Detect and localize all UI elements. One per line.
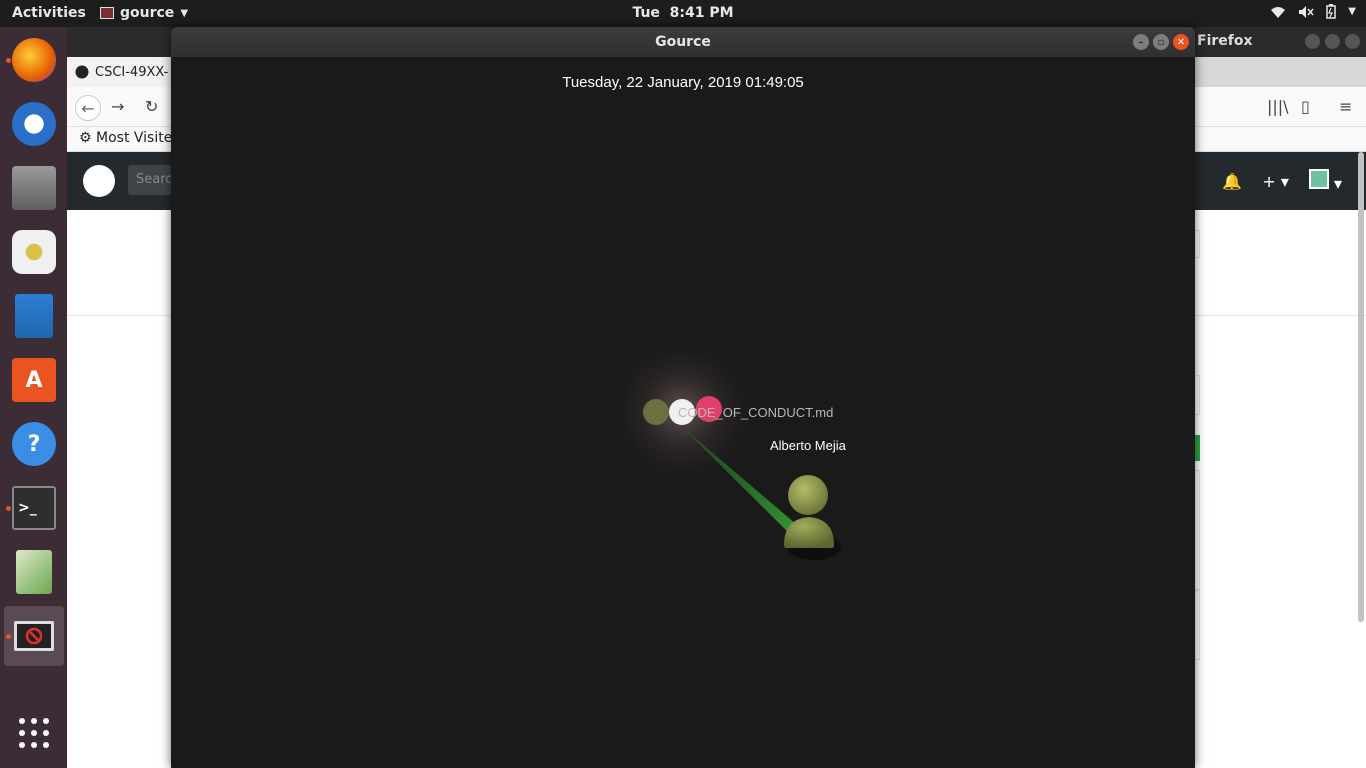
- minimize-button[interactable]: [1305, 34, 1320, 49]
- dock-item-writer[interactable]: [4, 286, 64, 346]
- gource-app-icon: [100, 7, 114, 19]
- dock-item-rhythmbox[interactable]: [4, 222, 64, 282]
- app-menu-label: gource: [120, 5, 175, 21]
- files-icon: [12, 166, 56, 210]
- gedit-icon: [16, 550, 52, 594]
- software-center-icon: A: [12, 358, 56, 402]
- dock-item-help[interactable]: ?: [4, 414, 64, 474]
- show-apps-button[interactable]: [4, 703, 64, 763]
- system-tray[interactable]: ▼: [1270, 4, 1356, 19]
- back-button[interactable]: ←: [75, 95, 101, 121]
- grid-icon: [19, 718, 49, 748]
- plus-icon[interactable]: + ▾: [1262, 172, 1289, 191]
- dock-item-files[interactable]: [4, 158, 64, 218]
- file-label: CODE_OF_CONDUCT.md: [678, 405, 834, 420]
- reload-button[interactable]: ↻: [145, 97, 158, 116]
- gource-app-icon: [14, 621, 54, 651]
- tab-title: CSCI-49XX-: [95, 64, 169, 80]
- github-logo-icon[interactable]: [83, 165, 115, 197]
- dock-item-thunderbird[interactable]: [4, 94, 64, 154]
- dock-item-terminal[interactable]: >_: [4, 478, 64, 538]
- clock-time: 8:41 PM: [669, 5, 734, 21]
- scrollbar[interactable]: [1358, 152, 1364, 622]
- github-icon: [75, 65, 89, 79]
- dock-item-firefox[interactable]: [4, 30, 64, 90]
- forward-button[interactable]: →: [111, 97, 124, 116]
- dock: A ? >_: [0, 27, 67, 768]
- sidebar-icon[interactable]: ▯: [1301, 97, 1310, 116]
- terminal-icon: >_: [12, 486, 56, 530]
- user-label: Alberto Mejia: [770, 438, 846, 453]
- help-icon: ?: [12, 422, 56, 466]
- rhythmbox-icon: [12, 230, 56, 274]
- battery-icon: [1326, 4, 1337, 19]
- gource-window-title: Gource: [655, 34, 711, 50]
- bell-icon[interactable]: 🔔: [1222, 172, 1242, 191]
- gource-titlebar[interactable]: Gource – ▫ ✕: [171, 27, 1195, 57]
- avatar[interactable]: ▾: [1308, 169, 1342, 193]
- gource-visualization[interactable]: Tuesday, 22 January, 2019 01:49:05 CODE_…: [171, 57, 1195, 768]
- github-header-actions: 🔔 + ▾ ▾: [1222, 169, 1342, 193]
- close-button[interactable]: ✕: [1173, 34, 1189, 50]
- gource-window: Gource – ▫ ✕ Tuesday, 22 January, 2019 0…: [171, 27, 1195, 768]
- close-button[interactable]: [1345, 34, 1360, 49]
- user-avatar-head: [788, 475, 828, 515]
- app-menu[interactable]: gource ▼: [100, 5, 188, 21]
- running-indicator: [6, 634, 11, 639]
- bookmark-most-visited[interactable]: Most Visite: [96, 130, 172, 146]
- volume-muted-icon: [1299, 5, 1314, 18]
- top-bar: Activities gource ▼ Tue 8:41 PM ▼: [0, 0, 1366, 27]
- writer-icon: [15, 294, 53, 338]
- thunderbird-icon: [12, 102, 56, 146]
- activities-button[interactable]: Activities: [12, 5, 86, 21]
- clock: Tue 8:41 PM: [0, 5, 1366, 21]
- dock-item-software[interactable]: A: [4, 350, 64, 410]
- gear-icon: ⚙: [79, 130, 92, 146]
- firefox-window-title: Firefox: [1197, 33, 1253, 49]
- maximize-button[interactable]: [1325, 34, 1340, 49]
- running-indicator: [6, 506, 11, 511]
- chevron-down-icon: ▼: [180, 7, 189, 19]
- dock-item-gource[interactable]: [4, 606, 64, 666]
- minimize-button[interactable]: –: [1133, 34, 1149, 50]
- maximize-button[interactable]: ▫: [1153, 34, 1169, 50]
- chevron-down-icon: ▼: [1348, 6, 1356, 17]
- dock-item-text-editor[interactable]: [4, 542, 64, 602]
- running-indicator: [6, 58, 11, 63]
- firefox-icon: [12, 38, 56, 82]
- library-icon[interactable]: |||\: [1267, 97, 1289, 116]
- hamburger-menu-icon[interactable]: ≡: [1339, 97, 1352, 116]
- clock-day: Tue: [632, 5, 660, 21]
- wifi-icon: [1271, 6, 1286, 18]
- clock-button[interactable]: Tue 8:41 PM: [632, 5, 733, 21]
- file-node-dim: [643, 399, 669, 425]
